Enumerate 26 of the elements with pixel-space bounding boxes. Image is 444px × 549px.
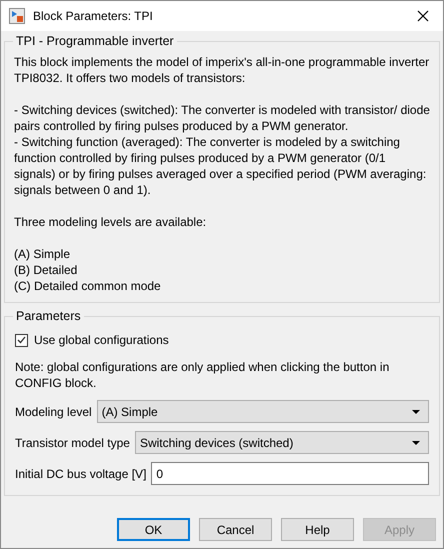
checkbox[interactable] <box>15 334 28 346</box>
description-text: (B) Detailed <box>14 262 78 278</box>
caret-icon <box>412 440 420 444</box>
caret-icon <box>412 410 420 414</box>
note-text: Note: global configurations are only applied when clicking the button in CONFIG block. <box>15 359 390 391</box>
dialog-button[interactable]: OK <box>117 518 190 541</box>
input-field[interactable]: 0 <box>151 462 429 485</box>
description-text: (A) Simple <box>14 246 72 262</box>
field-label: Transistor model type <box>15 434 130 452</box>
description-text: - Switching devices (switched): The converter is modeled with transistor/ diode pairs controlled by firing pulses produced by a PWM generator. <box>14 102 430 134</box>
description-text: Three modeling levels are available: <box>14 214 208 230</box>
dropdown[interactable]: (A) Simple <box>96 400 429 423</box>
app-icon <box>9 8 25 24</box>
close-icon[interactable] <box>417 10 429 22</box>
field-label: Initial DC bus voltage [V] <box>15 466 146 482</box>
field-label: Modeling level <box>15 404 92 420</box>
check-icon <box>17 336 26 344</box>
description-text: This block implements the model of imperix's all-in-one programmable inverter TPI8032. It offers two models of transistors: <box>14 54 430 86</box>
dropdown[interactable]: Switching devices (switched) <box>134 431 429 454</box>
description-text: - Switching function (averaged): The converter is modeled by a switching function controlled by firing pulses produced by a PWM generator (0/1 signals) or by firing pulses averaged over a specified period (PWM averaging: signals between 0 and 1). <box>14 134 428 198</box>
dialog-button[interactable]: Help <box>281 518 354 541</box>
group-title: TPI - Programmable inverter <box>13 33 177 49</box>
description-text: (C) Detailed common mode <box>14 278 162 294</box>
checkbox-label[interactable]: Use global configurations <box>34 331 169 349</box>
window-title: Block Parameters: TPI <box>33 8 154 25</box>
dialog-button[interactable]: Cancel <box>199 518 272 541</box>
